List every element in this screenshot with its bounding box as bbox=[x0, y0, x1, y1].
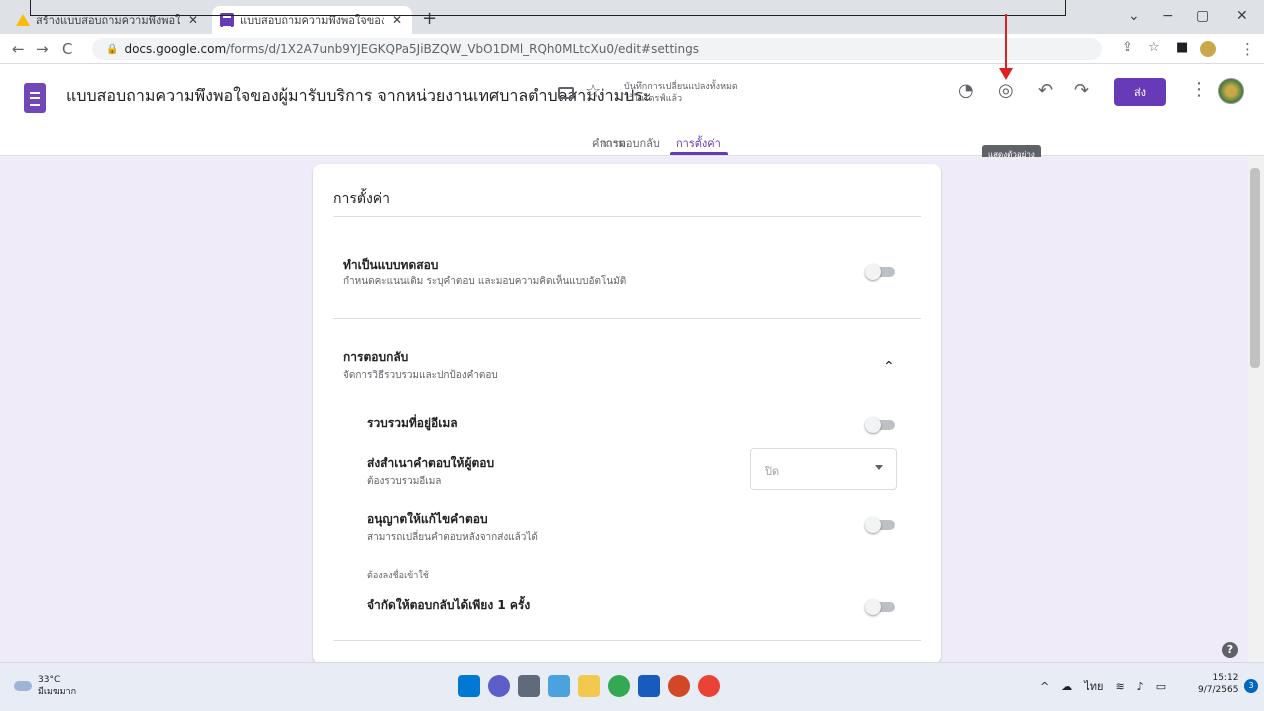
quiz-toggle[interactable] bbox=[865, 264, 895, 280]
browser-menu-icon[interactable]: ⋮ bbox=[1240, 40, 1255, 58]
annotation-box bbox=[30, 0, 1066, 16]
help-icon[interactable]: ? bbox=[1222, 642, 1238, 658]
system-tray: ^ ☁ ไทย ≋ ♪ ▭ bbox=[1040, 677, 1166, 695]
send-copy-value: ปิด bbox=[765, 465, 780, 478]
quiz-setting-title: ทำเป็นแบบทดสอบ bbox=[343, 258, 439, 272]
allow-edit-toggle[interactable] bbox=[865, 517, 895, 533]
undo-icon[interactable]: ↶ bbox=[1038, 80, 1053, 101]
close-window-button[interactable]: ✕ bbox=[1236, 8, 1248, 24]
send-copy-desc: ต้องรวบรวมอีเมล bbox=[367, 476, 442, 487]
photos-icon[interactable] bbox=[548, 675, 570, 697]
lock-icon: 🔒 bbox=[106, 43, 119, 55]
clock[interactable]: 15:12 9/7/2565 bbox=[1198, 672, 1238, 696]
clock-time: 15:12 bbox=[1212, 673, 1239, 683]
limit-one-title: จำกัดให้ตอบกลับได้เพียง 1 ครั้ง bbox=[367, 598, 531, 612]
profile-avatar[interactable] bbox=[1200, 41, 1216, 57]
url-host: docs.google.com bbox=[124, 42, 227, 56]
tray-overflow-icon[interactable]: ^ bbox=[1040, 680, 1049, 693]
language-indicator[interactable]: ไทย bbox=[1084, 677, 1103, 695]
collect-email-toggle[interactable] bbox=[865, 417, 895, 433]
tab-responses[interactable]: การตอบกลับ bbox=[600, 134, 660, 152]
send-copy-dropdown[interactable]: ปิด bbox=[750, 448, 897, 490]
weather-widget[interactable]: 33°C มีเมฆมาก bbox=[14, 674, 76, 698]
saved-status: บันทึกการเปลี่ยนแปลงทั้งหมด ไว้ในไดรฟ์แล… bbox=[624, 81, 738, 105]
divider bbox=[333, 318, 921, 319]
volume-icon[interactable]: ♪ bbox=[1137, 680, 1144, 693]
tab-settings[interactable]: การตั้งค่า bbox=[676, 134, 721, 152]
tab-settings-indicator bbox=[670, 152, 728, 155]
side-panel-icon[interactable]: ■ bbox=[1176, 40, 1188, 55]
reload-button[interactable]: C bbox=[62, 40, 72, 58]
more-options-icon[interactable]: ⋮ bbox=[1190, 79, 1208, 100]
settings-card: การตั้งค่า ทำเป็นแบบทดสอบ กำหนดคะแนนเดิม… bbox=[313, 164, 941, 664]
limit-one-toggle[interactable] bbox=[865, 599, 895, 615]
url-path: /forms/d/1X2A7unb9YJEGKQPa5JiBZQW_VbO1DM… bbox=[226, 42, 699, 56]
powerpoint-icon[interactable] bbox=[668, 675, 690, 697]
annotation-arrow-line bbox=[1005, 14, 1007, 70]
address-bar[interactable]: 🔒 docs.google.com /forms/d/1X2A7unb9YJEG… bbox=[92, 38, 1102, 60]
saved-status-line1: บันทึกการเปลี่ยนแปลงทั้งหมด bbox=[624, 82, 738, 92]
folder-icon[interactable] bbox=[558, 87, 574, 99]
star-icon[interactable]: ☆ bbox=[585, 81, 601, 102]
responses-section-desc: จัดการวิธีรวบรวมและปกป้องคำตอบ bbox=[343, 370, 498, 381]
forward-button[interactable]: → bbox=[36, 40, 49, 58]
maximize-button[interactable]: ▢ bbox=[1196, 8, 1209, 24]
calculator-icon[interactable] bbox=[518, 675, 540, 697]
share-icon[interactable]: ⇪ bbox=[1122, 40, 1133, 55]
redo-icon[interactable]: ↷ bbox=[1074, 80, 1089, 101]
minimize-button[interactable]: − bbox=[1162, 8, 1174, 24]
cloud-icon bbox=[14, 681, 32, 691]
send-button[interactable]: ส่ง bbox=[1114, 78, 1166, 106]
dropdown-arrow-icon bbox=[875, 465, 883, 470]
battery-icon[interactable]: ▭ bbox=[1156, 680, 1166, 693]
windows-taskbar: 33°C มีเมฆมาก ^ ☁ ไทย ≋ ♪ ▭ 15:12 9/7/25… bbox=[0, 662, 1264, 711]
send-copy-title: ส่งสำเนาคำตอบให้ผู้ตอบ bbox=[367, 456, 495, 470]
chrome-icon[interactable] bbox=[608, 675, 630, 697]
weather-condition: มีเมฆมาก bbox=[38, 687, 77, 697]
preview-eye-icon[interactable]: ◎ bbox=[998, 80, 1014, 101]
responses-section-title: การตอบกลับ bbox=[343, 350, 409, 364]
tab-search-icon[interactable]: ⌄ bbox=[1128, 8, 1140, 24]
wifi-icon[interactable]: ≋ bbox=[1115, 680, 1124, 693]
onedrive-icon[interactable]: ☁ bbox=[1061, 680, 1072, 693]
word-icon[interactable] bbox=[638, 675, 660, 697]
browser-toolbar: ← → C 🔒 docs.google.com /forms/d/1X2A7un… bbox=[0, 34, 1264, 64]
divider bbox=[333, 216, 921, 217]
clock-date: 9/7/2565 bbox=[1198, 685, 1239, 695]
collect-email-title: รวบรวมที่อยู่อีเมล bbox=[367, 416, 458, 430]
palette-icon[interactable]: ◔ bbox=[958, 80, 974, 101]
start-icon[interactable] bbox=[458, 675, 480, 697]
bookmark-star-icon[interactable]: ☆ bbox=[1148, 40, 1160, 55]
allow-edit-title: อนุญาตให้แก้ไขคำตอบ bbox=[367, 512, 488, 526]
chevron-up-icon[interactable]: ⌃ bbox=[883, 359, 895, 375]
file-explorer-icon[interactable] bbox=[578, 675, 600, 697]
requires-signin-label: ต้องลงชื่อเข้าใช้ bbox=[367, 571, 429, 581]
account-avatar[interactable] bbox=[1218, 78, 1244, 104]
drive-icon bbox=[16, 14, 30, 26]
divider bbox=[333, 640, 921, 641]
notification-badge[interactable]: 3 bbox=[1244, 679, 1258, 693]
back-button[interactable]: ← bbox=[12, 40, 25, 58]
allow-edit-desc: สามารถเปลี่ยนคำตอบหลังจากส่งแล้วได้ bbox=[367, 532, 538, 543]
weather-temp: 33°C bbox=[38, 675, 61, 685]
settings-heading: การตั้งค่า bbox=[333, 191, 391, 207]
annotation-arrow-head bbox=[999, 68, 1013, 80]
scrollbar-thumb[interactable] bbox=[1250, 168, 1260, 368]
forms-header: แบบสอบถามความพึงพอใจของผู้มารับบริการ จา… bbox=[0, 64, 1264, 164]
chrome-profile-icon[interactable] bbox=[698, 675, 720, 697]
saved-status-line2: ไว้ในไดรฟ์แล้ว bbox=[624, 94, 683, 104]
quiz-setting-desc: กำหนดคะแนนเดิม ระบุคำตอบ และมอบความคิดเห… bbox=[343, 276, 627, 287]
forms-logo-icon[interactable] bbox=[24, 83, 46, 113]
chat-icon[interactable] bbox=[488, 675, 510, 697]
